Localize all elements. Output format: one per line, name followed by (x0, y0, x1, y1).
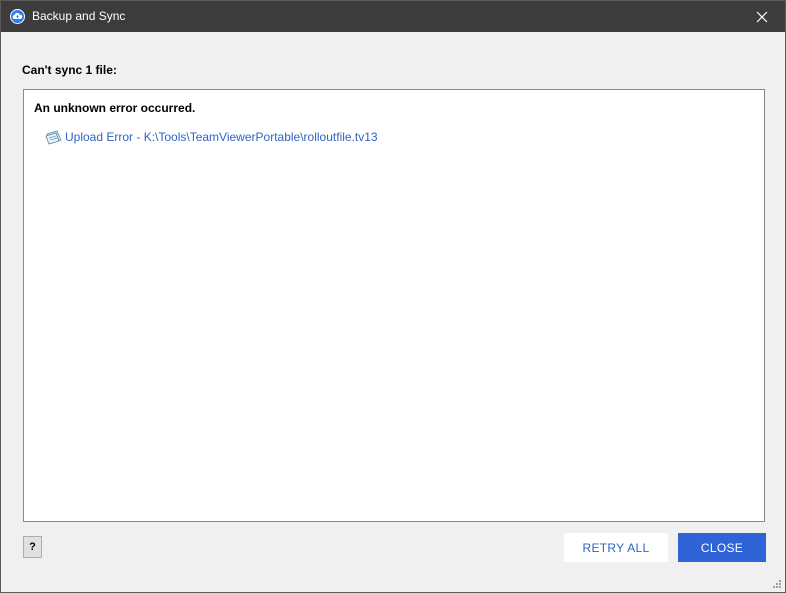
error-title: An unknown error occurred. (34, 101, 196, 115)
document-icon (45, 130, 62, 145)
error-list-panel[interactable]: An unknown error occurred. Upload Error … (23, 89, 765, 522)
backup-sync-window: Backup and Sync Can't sync 1 file: An un… (0, 0, 786, 593)
title-bar[interactable]: Backup and Sync (1, 1, 785, 32)
retry-all-button[interactable]: RETRY ALL (564, 533, 668, 562)
window-title: Backup and Sync (32, 9, 126, 23)
close-button[interactable]: CLOSE (678, 533, 766, 562)
window-close-button[interactable] (739, 1, 785, 32)
close-icon (756, 11, 768, 22)
sync-heading: Can't sync 1 file: (22, 63, 117, 77)
help-button[interactable]: ? (23, 536, 42, 558)
upload-error-link[interactable]: Upload Error - K:\Tools\TeamViewerPortab… (65, 130, 378, 144)
error-list-item[interactable]: Upload Error - K:\Tools\TeamViewerPortab… (45, 129, 378, 145)
cloud-upload-icon (10, 9, 25, 24)
resize-grip-icon[interactable] (772, 579, 782, 589)
